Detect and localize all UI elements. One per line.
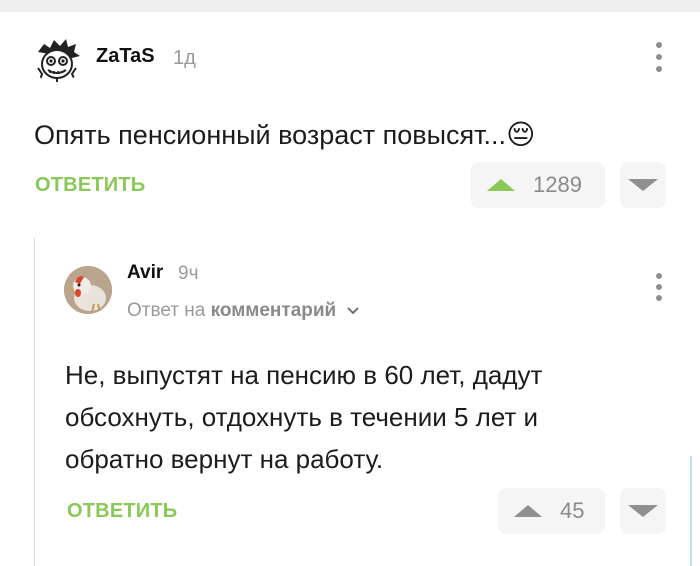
upvote-icon[interactable] <box>514 505 542 517</box>
downvote-icon <box>628 179 658 191</box>
rating-count: 45 <box>560 498 585 523</box>
downvote-icon <box>628 505 658 517</box>
reply-to-link[interactable]: комментарий <box>211 300 337 321</box>
upvote-icon[interactable] <box>487 179 515 191</box>
thread-line <box>34 238 35 566</box>
comment-text-line: Не, выпустят на пенсию в 60 лет, дадут <box>65 360 543 390</box>
rating-count: 1289 <box>533 172 582 197</box>
author-name[interactable]: ZaTaS <box>96 45 155 68</box>
comment-text: Не, выпустят на пенсию в 60 лет, дадут о… <box>65 354 542 480</box>
reply-button[interactable]: ОТВЕТИТЬ <box>67 500 177 523</box>
comment-time: 9ч <box>178 263 199 284</box>
comment-text-line: обратно вернут на работу. <box>65 444 384 474</box>
avatar-avir[interactable] <box>64 266 112 314</box>
rating-widget: 1289 <box>471 162 605 208</box>
scroll-edge <box>690 456 692 566</box>
avatar-zatas[interactable] <box>32 34 82 84</box>
downvote-button[interactable] <box>620 162 666 208</box>
downvote-button[interactable] <box>620 488 666 534</box>
more-vertical-icon[interactable] <box>653 273 665 301</box>
top-separator <box>0 0 700 12</box>
comment-time: 1д <box>173 47 196 69</box>
author-name[interactable]: Avir <box>127 262 163 284</box>
rating-widget: 45 <box>498 488 605 534</box>
reply-to-prefix: Ответ на <box>127 300 206 321</box>
comment-text: Опять пенсионный возраст повысят...😔 <box>34 118 535 151</box>
comment-text-line: обсохнуть, отдохнуть в течении 5 лет и <box>65 402 539 432</box>
comment-text-body: Опять пенсионный возраст повысят... <box>34 120 507 150</box>
reply-button[interactable]: ОТВЕТИТЬ <box>35 174 145 197</box>
sad-face-emoji: 😔 <box>506 119 536 150</box>
more-vertical-icon[interactable] <box>653 42 665 72</box>
chevron-down-icon[interactable] <box>346 306 360 316</box>
reply-to-line: Ответ на комментарий <box>127 300 360 322</box>
